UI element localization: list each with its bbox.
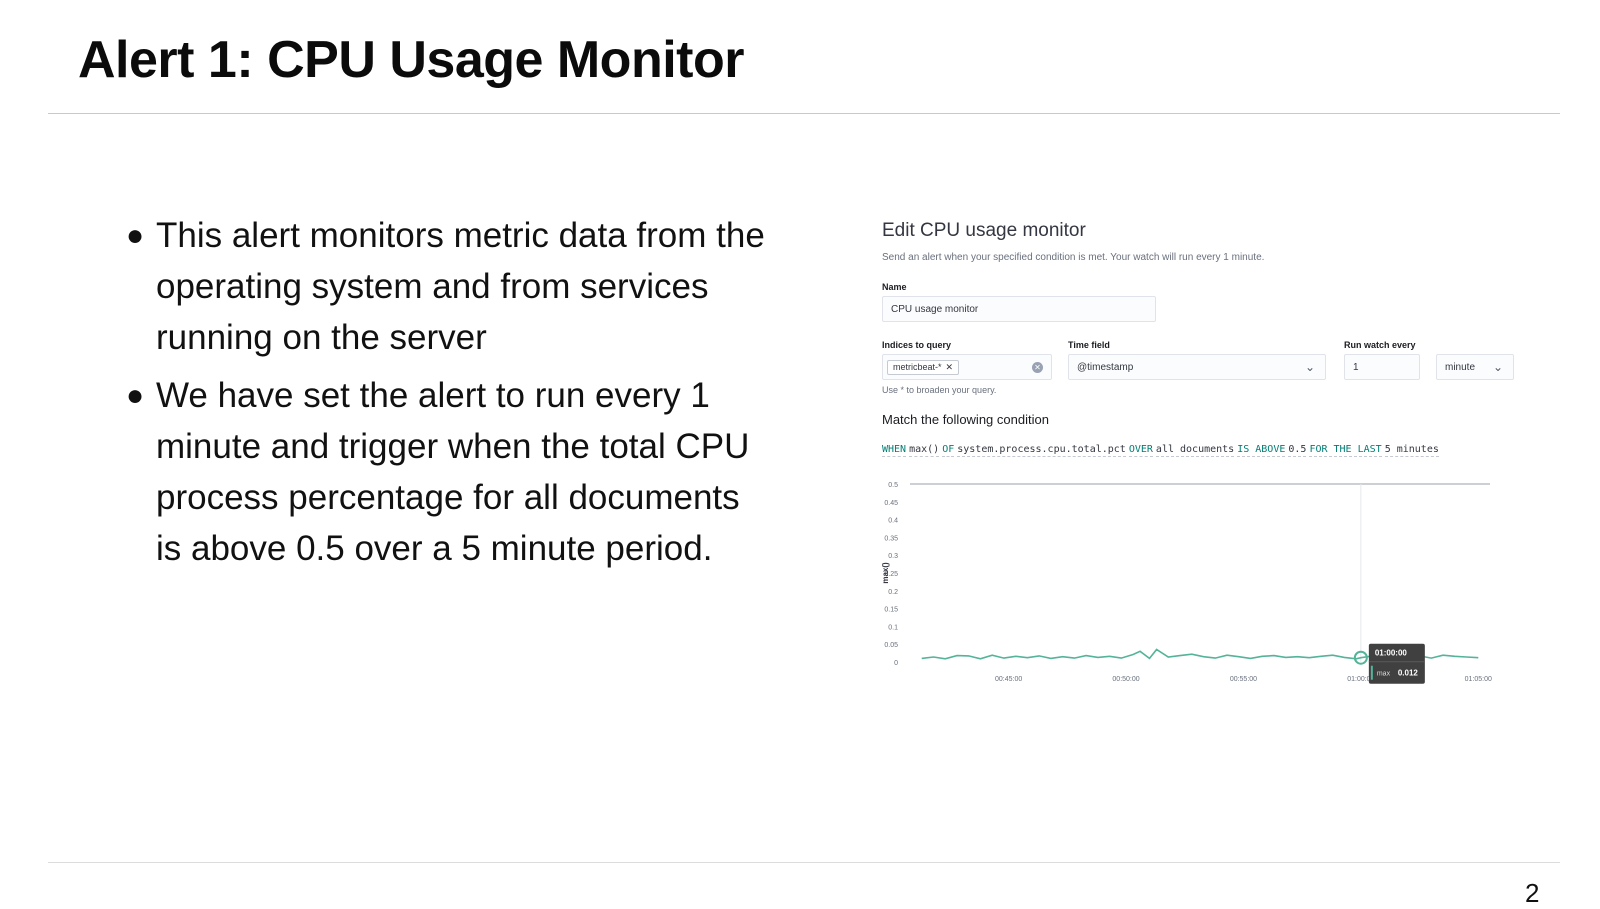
y-tick-label: 0 — [894, 660, 898, 667]
footer-divider — [48, 862, 1560, 863]
y-tick-label: 0.2 — [888, 589, 898, 596]
slide-title: Alert 1: CPU Usage Monitor — [78, 31, 744, 89]
x-tick-label: 00:55:00 — [1230, 676, 1257, 683]
index-pill[interactable]: metricbeat-* ✕ — [887, 359, 960, 375]
expr-field[interactable]: system.process.cpu.total.pct — [957, 444, 1126, 457]
name-input[interactable]: CPU usage monitor — [882, 296, 1156, 322]
monitor-form-description: Send an alert when your specified condit… — [882, 252, 1265, 263]
y-tick-label: 0.15 — [884, 607, 898, 614]
page-number: 2 — [1525, 878, 1540, 908]
y-tick-label: 0.45 — [884, 500, 898, 507]
bullet-item: ● We have set the alert to run every 1 mi… — [126, 370, 766, 574]
remove-pill-icon[interactable]: ✕ — [946, 362, 954, 373]
run-every-label: Run watch every — [1344, 340, 1416, 350]
bullet-icon: ● — [126, 219, 145, 252]
tooltip-series-label: max — [1377, 671, 1391, 678]
expr-scope[interactable]: all documents — [1155, 444, 1235, 457]
expr-for-the-last[interactable]: FOR THE LAST — [1309, 444, 1382, 457]
tooltip-value: 0.012 — [1398, 669, 1419, 678]
chevron-down-icon: ⌄ — [1492, 360, 1503, 374]
expr-over[interactable]: OVER — [1128, 444, 1153, 457]
x-tick-label: 01:05:00 — [1465, 676, 1492, 683]
monitor-form-title: Edit CPU usage monitor — [882, 220, 1086, 241]
tooltip-time: 01:00:00 — [1375, 649, 1408, 658]
expr-of[interactable]: OF — [942, 444, 955, 457]
expr-threshold[interactable]: 0.5 — [1288, 444, 1307, 457]
run-every-unit-select[interactable]: minute ⌄ — [1436, 354, 1514, 380]
monitor-screenshot-panel: Edit CPU usage monitor Send an alert whe… — [878, 212, 1528, 692]
bullet-item: ● This alert monitors metric data from th… — [126, 210, 766, 363]
bullet-list: ● This alert monitors metric data from th… — [126, 210, 766, 581]
expr-agg[interactable]: max() — [909, 444, 940, 457]
time-field-label: Time field — [1068, 340, 1110, 350]
name-label: Name — [882, 282, 907, 292]
y-axis-label: max() — [881, 562, 890, 584]
x-tick-label: 00:50:00 — [1112, 676, 1139, 683]
y-tick-label: 0.1 — [888, 624, 898, 631]
condition-title: Match the following condition — [882, 412, 1049, 427]
tooltip-series-swatch — [1370, 665, 1373, 680]
indices-combobox[interactable]: metricbeat-* ✕ ✕ — [882, 354, 1052, 380]
expr-when[interactable]: WHEN — [882, 444, 907, 457]
y-tick-label: 0.05 — [884, 642, 898, 649]
clear-icon[interactable]: ✕ — [1032, 362, 1043, 373]
title-divider — [48, 113, 1560, 114]
run-every-input[interactable]: 1 — [1344, 354, 1420, 380]
chevron-down-icon: ⌄ — [1304, 360, 1315, 374]
y-tick-label: 0.4 — [888, 518, 898, 525]
indices-help-text: Use * to broaden your query. — [882, 385, 997, 395]
y-tick-label: 0.35 — [884, 535, 898, 542]
y-tick-label: 0.5 — [888, 482, 898, 489]
time-field-select[interactable]: @timestamp ⌄ — [1068, 354, 1326, 380]
bullet-icon: ● — [126, 379, 145, 412]
condition-expression: WHEN max() OF system.process.cpu.total.pct O… — [882, 444, 1442, 457]
indices-label: Indices to query — [882, 340, 952, 350]
cpu-chart: 00.050.10.150.20.250.30.350.40.450.5max(… — [881, 482, 1492, 684]
expr-window[interactable]: 5 minutes — [1384, 444, 1439, 457]
y-tick-label: 0.3 — [888, 553, 898, 560]
x-tick-label: 00:45:00 — [995, 676, 1022, 683]
expr-threshold-op[interactable]: IS ABOVE — [1237, 444, 1286, 457]
